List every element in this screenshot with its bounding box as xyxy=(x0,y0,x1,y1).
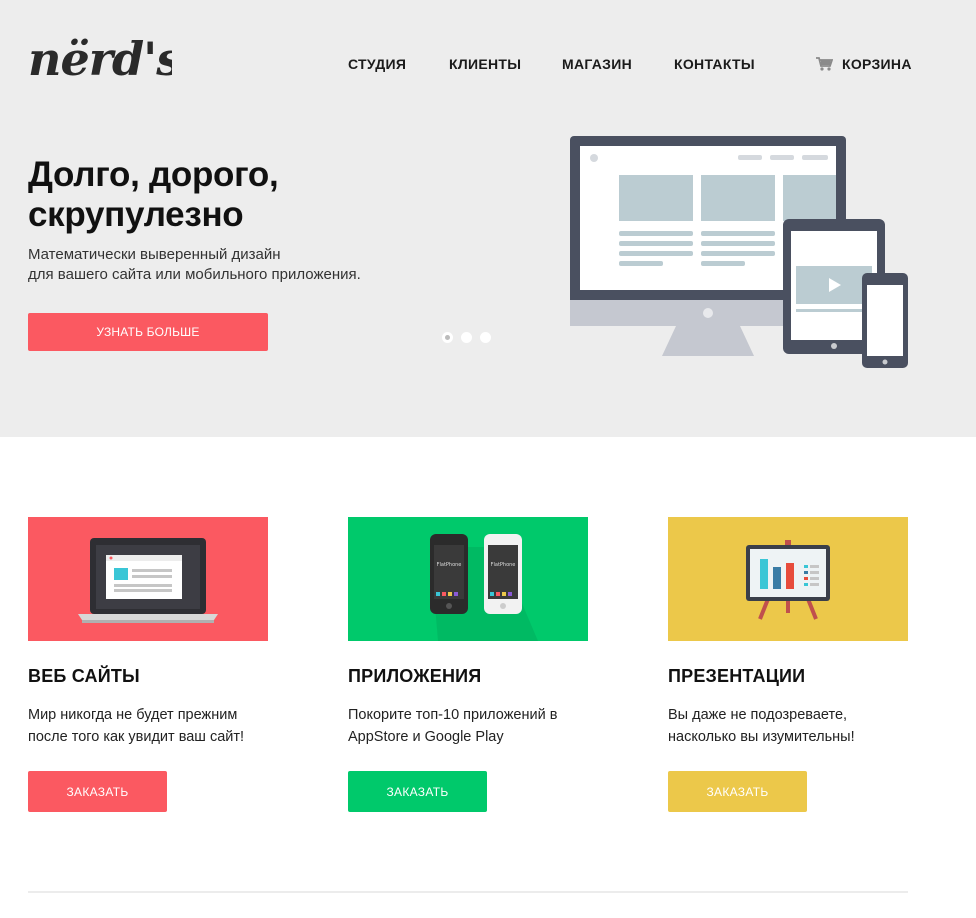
hero-subtitle-line2: для вашего сайта или мобильного приложен… xyxy=(28,266,361,283)
laptop-icon xyxy=(28,517,268,641)
slider-dots xyxy=(442,332,499,343)
card-title-presentations: ПРЕЗЕНТАЦИИ xyxy=(668,666,806,686)
slider-dot-1[interactable] xyxy=(442,332,453,343)
card-text-presentations: Вы даже не подозреваете, насколько вы из… xyxy=(668,704,908,748)
presentation-board-icon xyxy=(668,517,908,641)
cart-label: КОРЗИНА xyxy=(842,56,912,72)
nav-item-clients[interactable]: КЛИЕНТЫ xyxy=(449,56,521,72)
card-text-presentations-line1: Вы даже не подозреваете, xyxy=(668,707,848,723)
section-divider xyxy=(28,891,908,893)
service-card-websites: ВЕБ САЙТЫ Мир никогда не будет прежним п… xyxy=(28,517,268,812)
devices-illustration xyxy=(570,136,908,368)
card-text-presentations-line2: насколько вы изумительны! xyxy=(668,729,855,745)
hero-title: Долго, дорого, скрупулезно xyxy=(28,155,279,234)
hero-section: nërd's СТУДИЯ КЛИЕНТЫ МАГАЗИН КОНТАКТЫ К… xyxy=(0,0,976,437)
main-nav: СТУДИЯ КЛИЕНТЫ МАГАЗИН КОНТАКТЫ КОРЗИНА xyxy=(0,56,976,76)
card-title-websites: ВЕБ САЙТЫ xyxy=(28,666,140,686)
card-text-apps-line1: Покорите топ-10 приложений в xyxy=(348,707,558,723)
card-text-websites: Мир никогда не будет прежним после того … xyxy=(28,704,268,748)
cart-icon xyxy=(816,57,833,71)
card-text-websites-line1: Мир никогда не будет прежним xyxy=(28,707,238,723)
phone-label-dark: FlatPhone xyxy=(437,562,462,568)
nav-item-contacts[interactable]: КОНТАКТЫ xyxy=(674,56,755,72)
nav-item-shop[interactable]: МАГАЗИН xyxy=(562,56,632,72)
slider-dot-2[interactable] xyxy=(461,332,472,343)
card-text-apps: Покорите топ-10 приложений в AppStore и … xyxy=(348,704,588,748)
hero-subtitle: Математически выверенный дизайн для ваше… xyxy=(28,245,428,285)
hero-subtitle-line1: Математически выверенный дизайн xyxy=(28,246,281,263)
order-presentations-button[interactable]: ЗАКАЗАТЬ xyxy=(668,771,807,812)
order-apps-button[interactable]: ЗАКАЗАТЬ xyxy=(348,771,487,812)
cart-link[interactable]: КОРЗИНА xyxy=(816,56,912,72)
learn-more-button[interactable]: УЗНАТЬ БОЛЬШЕ xyxy=(28,313,268,351)
service-card-presentations: ПРЕЗЕНТАЦИИ Вы даже не подозреваете, нас… xyxy=(668,517,908,812)
order-websites-button[interactable]: ЗАКАЗАТЬ xyxy=(28,771,167,812)
phone-label-light: FlatPhone xyxy=(491,562,516,568)
phones-icon: FlatPhone FlatPhone xyxy=(348,517,588,641)
card-title-apps: ПРИЛОЖЕНИЯ xyxy=(348,666,482,686)
card-text-websites-line2: после того как увидит ваш сайт! xyxy=(28,729,245,745)
slider-dot-3[interactable] xyxy=(480,332,491,343)
nav-item-studio[interactable]: СТУДИЯ xyxy=(348,56,406,72)
card-text-apps-line2: AppStore и Google Play xyxy=(348,729,504,745)
service-card-apps: FlatPhone FlatPhone ПРИЛОЖЕНИЯ Покорите … xyxy=(348,517,588,812)
